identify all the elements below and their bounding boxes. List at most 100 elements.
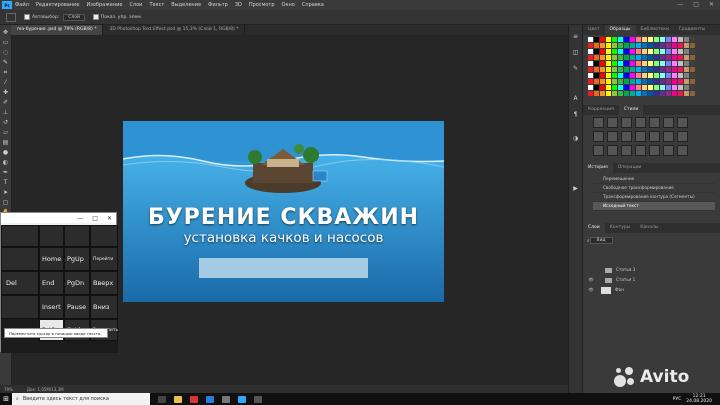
lasso-tool-icon[interactable]: ◌ [2, 49, 9, 56]
tab-libraries[interactable]: Библиотеки [636, 25, 674, 35]
color-swatch[interactable] [654, 55, 659, 60]
stamp-tool-icon[interactable]: ⊥ [2, 109, 9, 116]
color-swatch[interactable] [654, 91, 659, 96]
color-swatch[interactable] [672, 49, 677, 54]
color-swatch[interactable] [684, 49, 689, 54]
healing-tool-icon[interactable]: ✚ [2, 89, 9, 96]
color-swatch[interactable] [588, 55, 593, 60]
color-swatch[interactable] [588, 49, 593, 54]
tab-actions[interactable]: Операции [613, 163, 647, 173]
style-swatch[interactable] [677, 131, 688, 142]
color-swatch[interactable] [606, 49, 611, 54]
menu-image[interactable]: Изображение [86, 2, 122, 8]
color-swatch[interactable] [648, 91, 653, 96]
visibility-eye-icon[interactable]: 👁 [587, 285, 595, 295]
style-swatch[interactable] [649, 131, 660, 142]
style-swatch[interactable] [621, 117, 632, 128]
color-swatch[interactable] [672, 37, 677, 42]
color-swatch[interactable] [612, 91, 617, 96]
style-swatch[interactable] [635, 131, 646, 142]
color-swatch[interactable] [588, 37, 593, 42]
color-swatch[interactable] [642, 37, 647, 42]
brush-panel-icon[interactable]: ✎ [572, 65, 579, 72]
color-swatch[interactable] [678, 79, 683, 84]
maximize-icon[interactable]: □ [693, 1, 699, 8]
color-swatch[interactable] [606, 73, 611, 78]
color-swatch[interactable] [600, 61, 605, 66]
pen-tool-icon[interactable]: ✒ [2, 169, 9, 176]
color-swatch[interactable] [636, 61, 641, 66]
style-swatch[interactable] [593, 131, 604, 142]
eyedropper-tool-icon[interactable]: ⁄ [2, 79, 9, 86]
color-swatch[interactable] [666, 43, 671, 48]
taskbar-search-box[interactable]: ⌕ Введите здесь текст для поиска [12, 393, 150, 405]
color-swatch[interactable] [606, 55, 611, 60]
color-swatch[interactable] [594, 79, 599, 84]
layer-row[interactable]: 👁 Фон [587, 285, 717, 295]
minimize-icon[interactable]: — [77, 215, 83, 222]
tab-swatches[interactable]: Образцы [604, 25, 636, 35]
color-swatch[interactable] [612, 55, 617, 60]
task-view-icon[interactable] [158, 395, 166, 403]
key-blank[interactable] [1, 247, 39, 271]
tab-adjustments[interactable]: Коррекция [583, 105, 619, 115]
history-item-selected[interactable]: Исходный текст [593, 202, 715, 211]
history-brush-tool-icon[interactable]: ↺ [2, 119, 9, 126]
color-swatch[interactable] [612, 61, 617, 66]
color-swatch[interactable] [690, 49, 695, 54]
shape-tool-icon[interactable]: ▢ [2, 199, 9, 206]
color-swatch[interactable] [684, 37, 689, 42]
color-swatch[interactable] [690, 91, 695, 96]
gradient-tool-icon[interactable]: ▤ [2, 139, 9, 146]
color-swatch[interactable] [684, 61, 689, 66]
color-swatch[interactable] [648, 55, 653, 60]
color-swatch[interactable] [600, 85, 605, 90]
color-swatch[interactable] [690, 43, 695, 48]
color-swatch[interactable] [690, 61, 695, 66]
menu-filter[interactable]: Фильтр [208, 2, 228, 8]
style-swatch[interactable] [621, 145, 632, 156]
color-swatch[interactable] [660, 61, 665, 66]
color-swatch[interactable] [624, 61, 629, 66]
color-swatch[interactable] [606, 91, 611, 96]
color-swatch[interactable] [684, 43, 689, 48]
color-swatch[interactable] [648, 79, 653, 84]
color-swatch[interactable] [624, 55, 629, 60]
key-down[interactable]: Вниз [90, 295, 118, 319]
color-swatch[interactable] [684, 85, 689, 90]
eraser-tool-icon[interactable]: ▱ [2, 129, 9, 136]
color-swatch[interactable] [606, 79, 611, 84]
clock[interactable]: 12:21 24.08.2020 [686, 394, 712, 404]
color-swatch[interactable] [624, 85, 629, 90]
actions-panel-icon[interactable]: ▶ [572, 185, 579, 192]
color-swatch[interactable] [636, 85, 641, 90]
color-swatch[interactable] [678, 85, 683, 90]
styles-grid[interactable] [593, 117, 693, 156]
path-select-tool-icon[interactable]: ➤ [2, 189, 9, 196]
color-swatch[interactable] [624, 79, 629, 84]
color-swatch[interactable] [612, 85, 617, 90]
color-swatch[interactable] [642, 67, 647, 72]
color-swatch[interactable] [678, 67, 683, 72]
color-swatch[interactable] [612, 73, 617, 78]
color-swatch[interactable] [690, 37, 695, 42]
tab-layers[interactable]: Слои [583, 223, 605, 233]
color-swatch[interactable] [648, 67, 653, 72]
autoselect-checkbox[interactable] [24, 14, 30, 20]
style-swatch[interactable] [649, 117, 660, 128]
key-del[interactable]: Del [1, 271, 39, 295]
key-blank[interactable] [39, 225, 64, 247]
history-item[interactable]: Трансформирование контура (Сегменты) [593, 193, 715, 202]
color-swatch[interactable] [642, 79, 647, 84]
style-swatch[interactable] [677, 145, 688, 156]
color-swatch[interactable] [654, 67, 659, 72]
menu-select[interactable]: Выделение [171, 2, 201, 8]
color-swatch[interactable] [666, 61, 671, 66]
color-swatch[interactable] [666, 73, 671, 78]
style-swatch[interactable] [607, 131, 618, 142]
key-blank[interactable] [1, 225, 39, 247]
color-swatch[interactable] [648, 43, 653, 48]
browser-icon[interactable] [190, 395, 198, 403]
color-swatch[interactable] [588, 67, 593, 72]
layer-row[interactable]: Статья 3 [587, 265, 717, 275]
